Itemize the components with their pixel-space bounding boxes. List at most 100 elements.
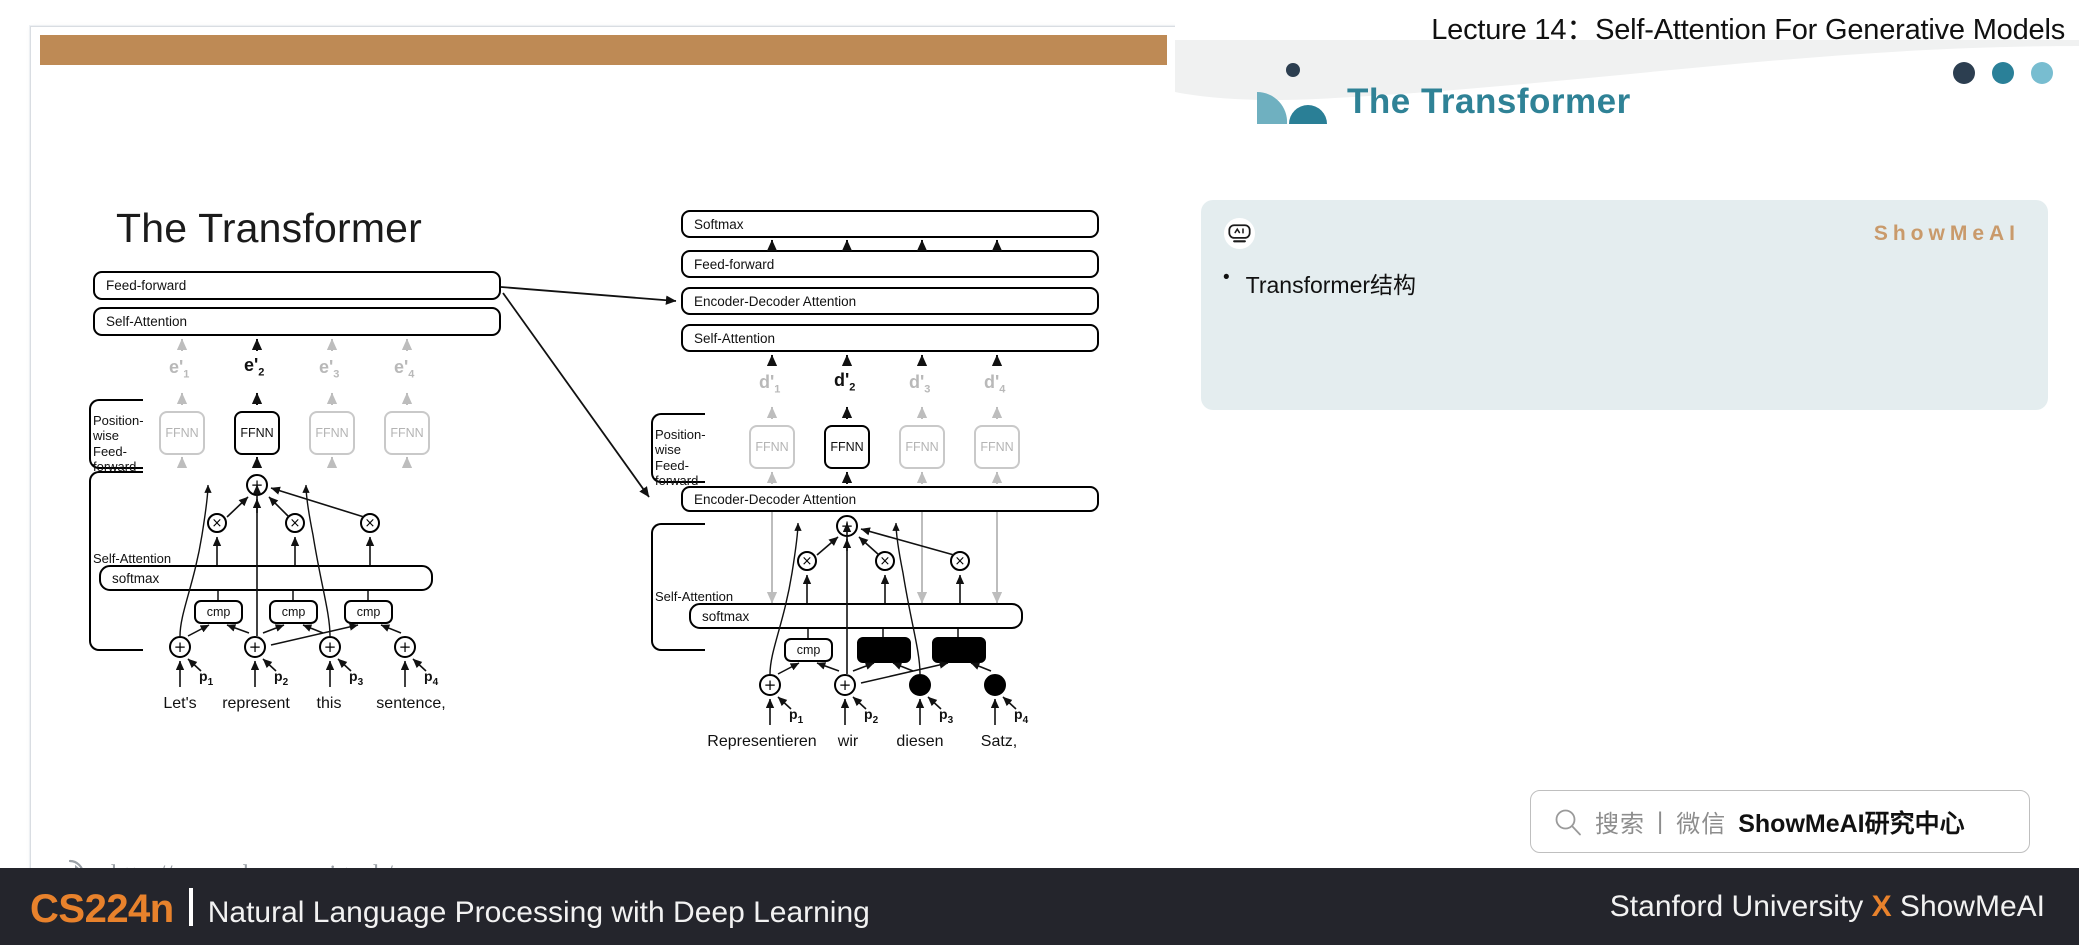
encoder-ffnn-1: FFNN bbox=[159, 411, 205, 455]
footer-partners: Stanford University X ShowMeAI bbox=[1610, 890, 2045, 924]
decoder-ffnn-2: FFNN bbox=[824, 425, 870, 469]
footer-partner-x: X bbox=[1871, 890, 1892, 923]
ffnn-label: FFNN bbox=[240, 426, 274, 440]
decoder-positionwise-label: Position-wise Feed-forward bbox=[655, 427, 729, 488]
encoder-positionwise-label: Position-wise Feed-forward bbox=[93, 413, 167, 474]
search-label: 搜索 bbox=[1595, 811, 1645, 838]
footer-partner-right: ShowMeAI bbox=[1891, 890, 2045, 923]
decoder-ffnn-3: FFNN bbox=[899, 425, 945, 469]
notes-card: ShowMeAI • Transformer结构 bbox=[1201, 200, 2048, 410]
encoder-token-1: Let's bbox=[163, 695, 197, 712]
cmp-label: cmp bbox=[206, 605, 231, 619]
decoder-input-sum-2: + bbox=[834, 674, 856, 696]
cmp-label: cmp bbox=[356, 605, 381, 619]
decoder-position-2: p2 bbox=[864, 706, 879, 726]
encoder-selfattention-label: Self-Attention bbox=[106, 314, 188, 329]
decoder-softmax-label: softmax bbox=[702, 608, 750, 624]
decoder-embedding-1: d'1 bbox=[759, 372, 781, 396]
header-dots bbox=[1953, 62, 2053, 84]
footer-divider bbox=[188, 888, 193, 926]
pw-line1: Position-wise bbox=[93, 413, 144, 444]
encoder-cmp-2: cmp bbox=[269, 600, 318, 624]
encoder-softmax-bar: softmax bbox=[99, 565, 433, 591]
list-item: • Transformer结构 bbox=[1223, 266, 2028, 300]
decoder-ffnn-1: FFNN bbox=[749, 425, 795, 469]
encoder-embedding-4: e'4 bbox=[394, 357, 415, 381]
header-dot-2 bbox=[1992, 62, 2014, 84]
header-dot-3 bbox=[2031, 62, 2053, 84]
decoder-token-3: diesen bbox=[896, 733, 944, 750]
card-brand-label: ShowMeAI bbox=[1873, 222, 2020, 245]
encoder-ffnn-4: FFNN bbox=[384, 411, 430, 455]
search-account: ShowMeAI研究中心 bbox=[1738, 809, 1965, 838]
slide-content: The Transformer Feed-forward Self-Attent… bbox=[31, 65, 1176, 891]
decoder-token-2: wir bbox=[837, 733, 859, 750]
encoder-embedding-2: e'2 bbox=[244, 355, 265, 379]
decoder-cmp-1: cmp bbox=[784, 638, 833, 662]
ffnn-label: FFNN bbox=[390, 426, 424, 440]
encoder-diagram: Feed-forward Self-Attention Position-wis… bbox=[31, 65, 611, 825]
encoder-token-4: sentence, bbox=[376, 695, 446, 712]
encoder-token-3: this bbox=[316, 695, 342, 712]
decoder-token-4: Satz, bbox=[980, 733, 1018, 750]
encoder-cmp-3: cmp bbox=[344, 600, 393, 624]
decoder-feedforward-bar: Feed-forward bbox=[681, 250, 1099, 278]
encoder-position-4: p4 bbox=[424, 668, 439, 688]
decoder-mul-node-1: × bbox=[797, 551, 817, 571]
cmp-label: cmp bbox=[796, 643, 821, 657]
decoder-encdec-attention-bar: Encoder-Decoder Attention bbox=[681, 287, 1099, 315]
encoder-selfattention-bar: Self-Attention bbox=[93, 307, 501, 336]
decoder-softmax-top-bar: Softmax bbox=[681, 210, 1099, 238]
notes-bullet-list: • Transformer结构 bbox=[1223, 266, 2028, 310]
ffnn-label: FFNN bbox=[980, 440, 1014, 454]
cmp-label: cmp bbox=[872, 643, 896, 657]
decoder-position-3: p3 bbox=[939, 706, 954, 726]
decoder-selfattention-bar: Self-Attention bbox=[681, 324, 1099, 352]
decoder-cmp-masked-1: cmp bbox=[857, 637, 911, 663]
encoder-sum-node: + bbox=[246, 474, 268, 496]
decoder-encdec-attention-mid-bar: Encoder-Decoder Attention bbox=[681, 486, 1099, 512]
encoder-input-sum-2: + bbox=[244, 636, 266, 658]
decoder-mul-node-2: × bbox=[875, 551, 895, 571]
decoder-input-sum-1: + bbox=[759, 674, 781, 696]
encoder-feedforward-bar: Feed-forward bbox=[93, 271, 501, 300]
decoder-token-1: Representieren bbox=[707, 733, 817, 750]
pw-line2: Feed-forward bbox=[655, 457, 699, 488]
footer-course-code: CS224n bbox=[30, 887, 174, 931]
decoder-embedding-2: d'2 bbox=[834, 370, 856, 394]
decoder-softmax-top-label: Softmax bbox=[694, 216, 744, 232]
encoder-position-1: p1 bbox=[199, 668, 214, 688]
pw-line2: Feed-forward bbox=[93, 443, 137, 474]
footer-course-name: Natural Language Processing with Deep Le… bbox=[207, 896, 870, 929]
slide-canvas: The Transformer Feed-forward Self-Attent… bbox=[30, 26, 1177, 891]
decoder-sum-node: + bbox=[836, 515, 858, 537]
search-icon bbox=[1555, 809, 1581, 835]
decoder-cmp-masked-2: cmp bbox=[932, 637, 986, 663]
encoder-mul-node-1: × bbox=[207, 513, 227, 533]
header-dot-1 bbox=[1953, 62, 1975, 84]
ffnn-label: FFNN bbox=[830, 440, 864, 454]
encoder-embedding-3: e'3 bbox=[319, 357, 340, 381]
decoder-feedforward-label: Feed-forward bbox=[694, 256, 775, 272]
encoder-softmax-label: softmax bbox=[112, 570, 160, 586]
footer-partner-left: Stanford University bbox=[1609, 890, 1872, 923]
encoder-position-3: p3 bbox=[349, 668, 364, 688]
decoder-selfattention-brace bbox=[651, 523, 705, 651]
robot-face-icon bbox=[1223, 217, 1256, 250]
encoder-input-sum-3: + bbox=[319, 636, 341, 658]
decoder-diagram: Softmax Feed-forward Encoder-Decoder Att… bbox=[591, 65, 1151, 825]
encoder-mul-node-2: × bbox=[285, 513, 305, 533]
bullet-marker: • bbox=[1223, 267, 1230, 288]
wechat-search-bar[interactable]: 搜索 | 微信 ShowMeAI研究中心 bbox=[1530, 790, 2030, 853]
decoder-input-masked-3: + bbox=[909, 674, 931, 696]
ffnn-label: FFNN bbox=[905, 440, 939, 454]
decoder-input-masked-4: + bbox=[984, 674, 1006, 696]
encoder-cmp-1: cmp bbox=[194, 600, 243, 624]
decoder-selfattention-label: Self-Attention bbox=[694, 330, 776, 346]
search-channel: 微信 bbox=[1676, 811, 1727, 838]
bullet-text: Transformer结构 bbox=[1245, 272, 1417, 298]
decoder-embedding-4: d'4 bbox=[984, 372, 1006, 396]
footer-course: CS224n Natural Language Processing with … bbox=[30, 884, 870, 932]
search-divider: | bbox=[1657, 807, 1665, 835]
encoder-embedding-1: e'1 bbox=[169, 357, 190, 381]
